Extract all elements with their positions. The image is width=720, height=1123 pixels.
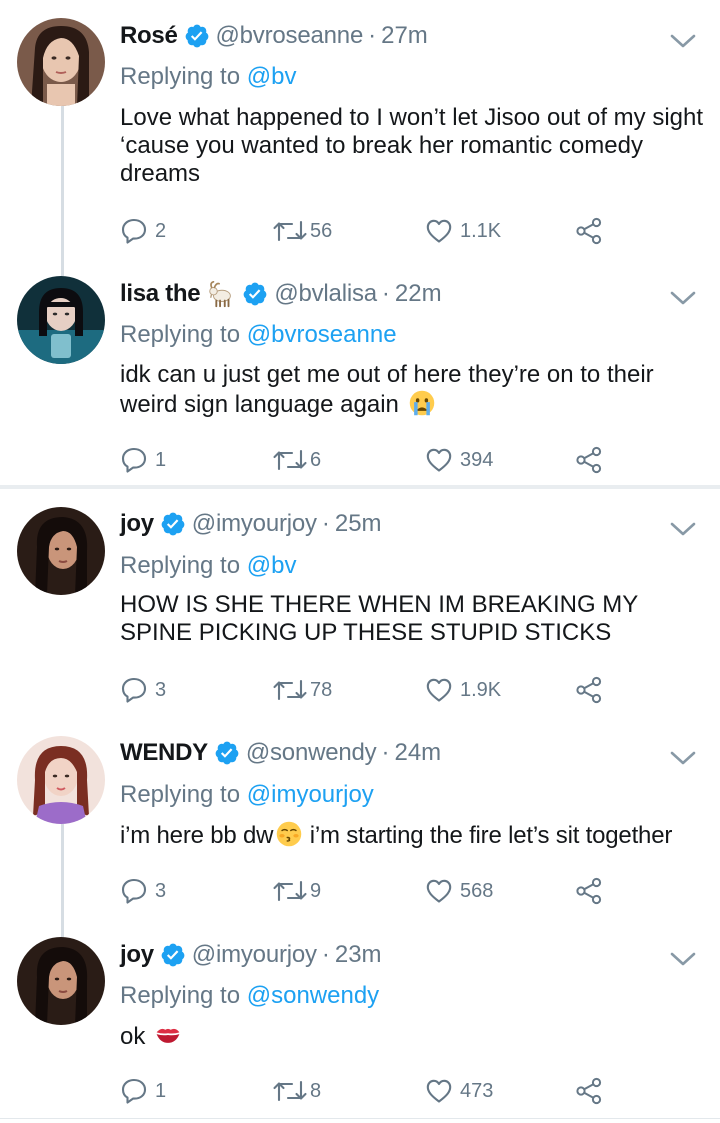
tweet-text: ok (120, 1021, 710, 1051)
tweet-actions: 1 8 473 (120, 1076, 620, 1106)
verified-badge-icon (160, 942, 186, 968)
reply-button[interactable]: 1 (120, 1076, 166, 1106)
replying-to: Replying to @sonwendy (120, 982, 379, 1010)
like-button[interactable]: 473 (425, 1076, 493, 1106)
kiss-mark-emoji-icon (154, 1021, 182, 1049)
reply-icon (120, 1077, 148, 1105)
separator-dot: · (321, 941, 330, 968)
chevron-down-icon[interactable] (669, 950, 697, 968)
tweet[interactable]: joy @imyourjoy · 23m Replying to @sonwen… (0, 0, 720, 1118)
tweet-text-content: ok (120, 1023, 146, 1050)
heart-icon (425, 1077, 453, 1105)
share-icon (575, 1077, 603, 1105)
retweet-count: 8 (310, 1079, 322, 1102)
share-button[interactable] (575, 1076, 603, 1106)
like-count: 473 (460, 1079, 494, 1102)
tweet-header: joy @imyourjoy · 23m (120, 941, 382, 969)
timestamp[interactable]: 23m (335, 941, 382, 969)
reply-count: 1 (155, 1079, 167, 1102)
avatar[interactable] (17, 937, 105, 1025)
replying-to-mention[interactable]: @sonwendy (247, 982, 379, 1009)
retweet-icon (272, 1077, 308, 1105)
display-name[interactable]: joy (120, 941, 154, 969)
tweet-separator (0, 1118, 720, 1119)
username[interactable]: @imyourjoy (192, 941, 317, 969)
retweet-button[interactable]: 8 (272, 1076, 321, 1106)
replying-to-label: Replying to (120, 982, 241, 1009)
